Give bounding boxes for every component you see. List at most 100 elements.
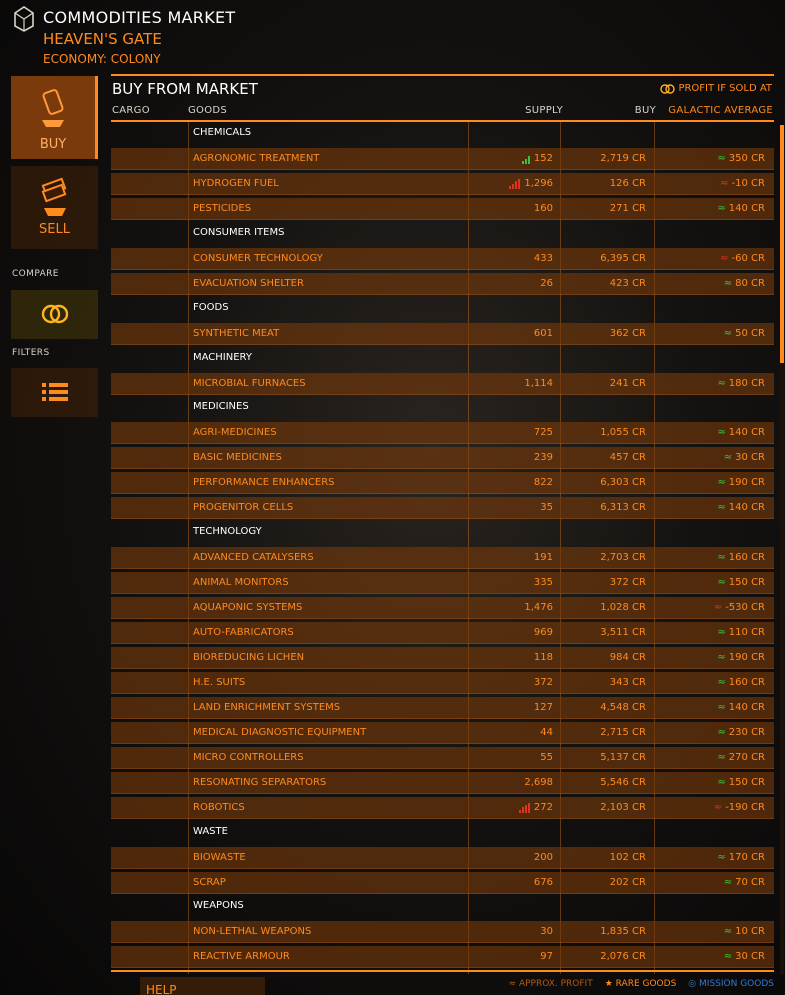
category-header: TECHNOLOGY [111, 522, 774, 544]
approx-icon: ≈ [713, 801, 723, 813]
table-row[interactable]: SYNTHETIC MEAT 601 362 CR ≈50 CR [111, 322, 774, 345]
commodity-name: RESONATING SEPARATORS [193, 776, 327, 788]
table-row[interactable]: ROBOTICS 272 2,103 CR ≈ -190 CR [111, 796, 774, 819]
table-row[interactable]: H.E. SUITS 372 343 CR ≈160 CR [111, 671, 774, 694]
buy-tab-label: BUY [39, 137, 67, 152]
help-button[interactable]: HELP [140, 977, 265, 995]
table-row[interactable]: BASIC MEDICINES 239 457 CR ≈30 CR [111, 447, 774, 470]
table-row[interactable]: ANIMAL MONITORS 335 372 CR ≈150 CR [111, 572, 774, 595]
table-row[interactable]: HYDROGEN FUEL 1,296 126 CR ≈ -10 CR [111, 172, 774, 195]
supply-value: 239 [533, 452, 553, 464]
approx-icon: ≈ [717, 627, 726, 638]
buy-price: 241 CR [609, 377, 646, 389]
supply-value: 30 [540, 926, 553, 938]
list-icon [41, 383, 68, 401]
buy-price: 5,137 CR [600, 751, 646, 763]
table-row[interactable]: RESONATING SEPARATORS 2,698 5,546 CR ≈150 C… [111, 771, 774, 794]
galactic-average-profit: ≈190 CR [717, 477, 765, 489]
table-row[interactable]: BIOREDUCING LICHEN 118 984 CR ≈190 CR [111, 646, 774, 669]
approx-icon: ≈ [717, 751, 726, 763]
commodity-name: MEDICAL DIAGNOSTIC EQUIPMENT [193, 726, 367, 738]
sell-tab[interactable]: SELL [11, 166, 98, 249]
commodity-name: BASIC MEDICINES [193, 452, 282, 464]
galactic-average-profit: ≈150 CR [717, 776, 765, 788]
table-row[interactable]: AQUAPONIC SYSTEMS 1,476 1,028 CR ≈ -530 CR [111, 597, 774, 620]
table-row[interactable]: EVACUATION SHELTER 26 423 CR ≈80 CR [111, 272, 774, 295]
column-header-cargo[interactable]: CARGO [112, 105, 150, 116]
category-header: WASTE [111, 822, 774, 844]
buy-price: 202 CR [609, 876, 646, 888]
table-row[interactable]: SCRAP 676 202 CR ≈70 CR [111, 871, 774, 894]
galactic-average-profit: ≈140 CR [717, 427, 765, 439]
galactic-average-profit: ≈140 CR [717, 701, 765, 713]
table-row[interactable]: AUTO-FABRICATORS 969 3,511 CR ≈110 CR [111, 622, 774, 644]
scrollbar-thumb[interactable] [780, 125, 784, 363]
scrollbar[interactable] [780, 125, 784, 975]
compare-button[interactable] [11, 290, 98, 339]
table-row[interactable]: PERFORMANCE ENHANCERS 822 6,303 CR ≈190 CR [111, 472, 774, 495]
category-label: WASTE [193, 825, 228, 837]
column-header-buy[interactable]: BUY [635, 105, 656, 116]
buy-price: 5,546 CR [600, 776, 646, 788]
column-header-goods[interactable]: GOODS [188, 105, 227, 116]
galactic-average-profit: ≈50 CR [723, 327, 765, 339]
market-panel: BUY FROM MARKET PROFIT IF SOLD AT CARGO … [111, 74, 774, 974]
legend-mission-goods: ◎ MISSION GOODS [688, 979, 774, 989]
table-row[interactable]: MICRO CONTROLLERS 55 5,137 CR ≈270 CR [111, 746, 774, 769]
commodity-name: EVACUATION SHELTER [193, 277, 304, 289]
commodity-name: ANIMAL MONITORS [193, 577, 289, 589]
page-title: COMMODITIES MARKET [43, 8, 236, 27]
category-label: TECHNOLOGY [193, 526, 262, 538]
galactic-average-profit: ≈150 CR [717, 577, 765, 589]
buy-price: 1,835 CR [600, 926, 646, 938]
approx-icon: ≈ [723, 452, 733, 464]
table-row[interactable]: BIOWASTE 200 102 CR ≈170 CR [111, 846, 774, 869]
commodity-name: MICRO CONTROLLERS [193, 751, 304, 763]
approx-icon: ≈ [720, 177, 729, 189]
table-row[interactable]: MICROBIAL FURNACES 1,114 241 CR ≈180 CR [111, 372, 774, 395]
galactic-average-profit: ≈160 CR [717, 676, 765, 688]
header: COMMODITIES MARKET HEAVEN'S GATE ECONOMY… [0, 0, 785, 72]
buy-price: 271 CR [609, 202, 646, 214]
buy-price: 343 CR [609, 676, 646, 688]
supply-value: 152 [521, 153, 553, 164]
table-row[interactable]: CONSUMER TECHNOLOGY 433 6,395 CR ≈ -60 CR [111, 247, 774, 270]
approx-icon: ≈ [720, 252, 729, 264]
table-row[interactable]: PROGENITOR CELLS 35 6,313 CR ≈140 CR [111, 497, 774, 520]
column-header-supply[interactable]: SUPPLY [525, 105, 563, 116]
filters-button[interactable] [11, 368, 98, 417]
supply-value: 969 [533, 627, 553, 638]
approx-icon: ≈ [508, 979, 517, 989]
galactic-average-profit: ≈190 CR [717, 651, 765, 663]
category-header: WEAPONS [111, 896, 774, 918]
approx-icon: ≈ [713, 602, 723, 614]
compare-small-icon [660, 83, 676, 94]
supply-value: 35 [540, 502, 553, 514]
table-row[interactable]: LAND ENRICHMENT SYSTEMS 127 4,548 CR ≈140 C… [111, 696, 774, 719]
table-row[interactable]: ADVANCED CATALYSERS 191 2,703 CR ≈160 CR [111, 547, 774, 570]
buy-tab[interactable]: BUY [11, 76, 98, 159]
galactic-average-profit: ≈180 CR [717, 377, 765, 389]
buy-price: 1,028 CR [600, 602, 646, 614]
panel-top-divider [111, 74, 774, 76]
approx-icon: ≈ [717, 726, 726, 738]
table-row[interactable]: REACTIVE ARMOUR 97 2,076 CR ≈30 CR [111, 946, 774, 969]
table-row[interactable]: MEDICAL DIAGNOSTIC EQUIPMENT 44 2,715 CR ≈2… [111, 721, 774, 744]
galactic-average-profit: ≈140 CR [717, 202, 765, 214]
supply-value: 160 [533, 202, 553, 214]
category-header: MEDICINES [111, 397, 774, 419]
supply-value: 44 [540, 726, 553, 738]
table-row[interactable]: NON-LETHAL WEAPONS 30 1,835 CR ≈10 CR [111, 921, 774, 944]
panel-title: BUY FROM MARKET [112, 80, 258, 98]
galactic-average-profit: ≈30 CR [723, 452, 765, 464]
category-label: MACHINERY [193, 351, 252, 363]
approx-icon: ≈ [723, 876, 733, 888]
table-row[interactable]: PESTICIDES 160 271 CR ≈140 CR [111, 197, 774, 220]
buy-price: 102 CR [609, 851, 646, 863]
table-row[interactable]: AGRONOMIC TREATMENT 152 2,719 CR ≈350 CR [111, 147, 774, 170]
galactic-average-profit: ≈160 CR [717, 552, 765, 564]
galactic-average-profit: ≈ -530 CR [713, 602, 765, 614]
side-nav: BUY SELL COMPARE FILTERS [0, 72, 105, 995]
column-header-galactic-average[interactable]: GALACTIC AVERAGE [668, 105, 773, 116]
table-row[interactable]: AGRI-MEDICINES 725 1,055 CR ≈140 CR [111, 422, 774, 445]
